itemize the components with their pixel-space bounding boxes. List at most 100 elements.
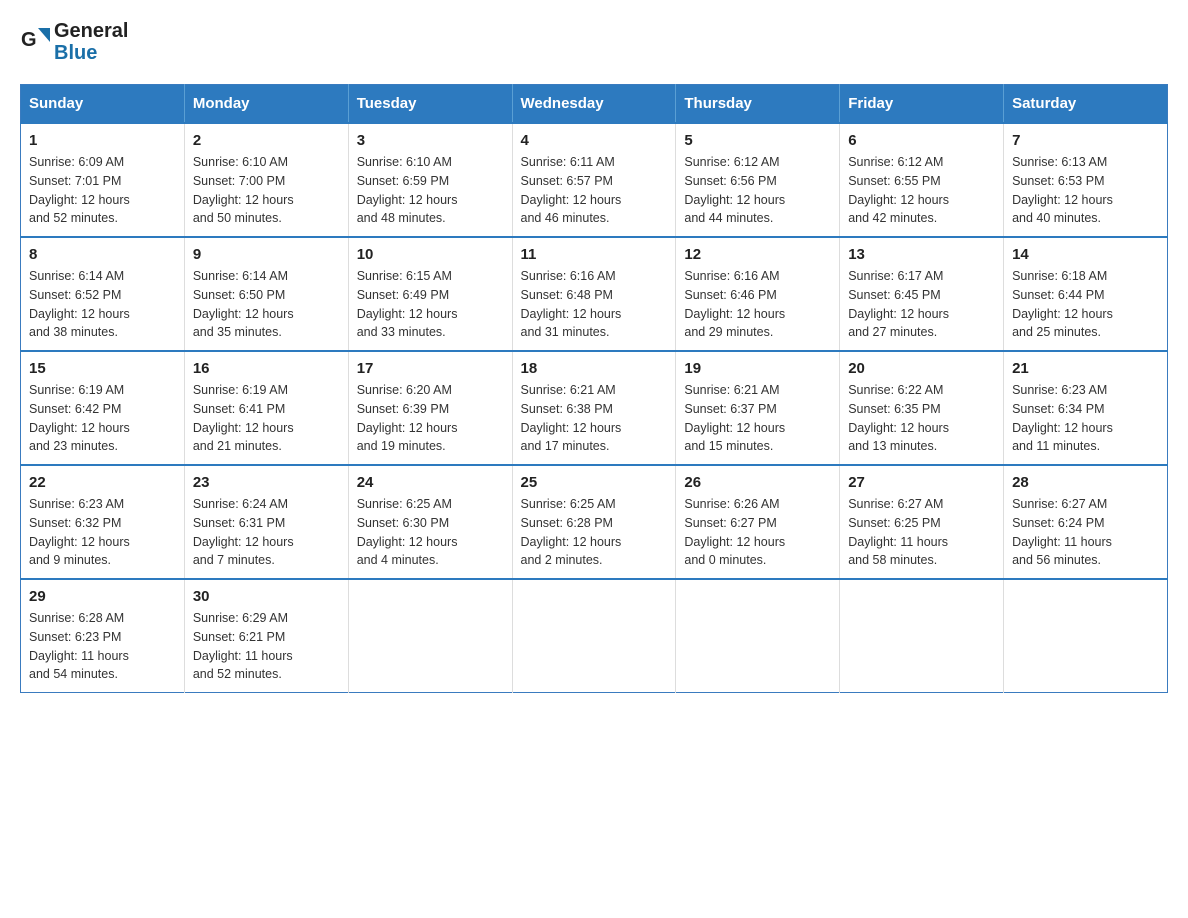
day-info: Sunrise: 6:19 AMSunset: 6:42 PMDaylight:… bbox=[29, 381, 176, 456]
calendar-week-row: 1 Sunrise: 6:09 AMSunset: 7:01 PMDayligh… bbox=[21, 123, 1168, 237]
day-info: Sunrise: 6:16 AMSunset: 6:46 PMDaylight:… bbox=[684, 267, 831, 342]
day-number: 27 bbox=[848, 474, 995, 491]
calendar-cell: 4 Sunrise: 6:11 AMSunset: 6:57 PMDayligh… bbox=[512, 123, 676, 237]
day-number: 19 bbox=[684, 360, 831, 377]
day-number: 11 bbox=[521, 246, 668, 263]
day-number: 2 bbox=[193, 132, 340, 149]
day-info: Sunrise: 6:13 AMSunset: 6:53 PMDaylight:… bbox=[1012, 153, 1159, 228]
day-info: Sunrise: 6:23 AMSunset: 6:34 PMDaylight:… bbox=[1012, 381, 1159, 456]
day-info: Sunrise: 6:14 AMSunset: 6:52 PMDaylight:… bbox=[29, 267, 176, 342]
day-info: Sunrise: 6:12 AMSunset: 6:56 PMDaylight:… bbox=[684, 153, 831, 228]
day-info: Sunrise: 6:19 AMSunset: 6:41 PMDaylight:… bbox=[193, 381, 340, 456]
calendar-week-row: 29 Sunrise: 6:28 AMSunset: 6:23 PMDaylig… bbox=[21, 579, 1168, 693]
day-number: 6 bbox=[848, 132, 995, 149]
logo-icon: G bbox=[20, 24, 52, 60]
calendar-cell: 3 Sunrise: 6:10 AMSunset: 6:59 PMDayligh… bbox=[348, 123, 512, 237]
calendar-header: SundayMondayTuesdayWednesdayThursdayFrid… bbox=[21, 85, 1168, 124]
calendar-cell: 24 Sunrise: 6:25 AMSunset: 6:30 PMDaylig… bbox=[348, 465, 512, 579]
day-number: 15 bbox=[29, 360, 176, 377]
calendar-cell bbox=[512, 579, 676, 693]
day-info: Sunrise: 6:27 AMSunset: 6:24 PMDaylight:… bbox=[1012, 495, 1159, 570]
day-info: Sunrise: 6:23 AMSunset: 6:32 PMDaylight:… bbox=[29, 495, 176, 570]
calendar-cell bbox=[676, 579, 840, 693]
day-info: Sunrise: 6:20 AMSunset: 6:39 PMDaylight:… bbox=[357, 381, 504, 456]
calendar-cell: 19 Sunrise: 6:21 AMSunset: 6:37 PMDaylig… bbox=[676, 351, 840, 465]
day-info: Sunrise: 6:10 AMSunset: 6:59 PMDaylight:… bbox=[357, 153, 504, 228]
day-info: Sunrise: 6:09 AMSunset: 7:01 PMDaylight:… bbox=[29, 153, 176, 228]
calendar-cell: 20 Sunrise: 6:22 AMSunset: 6:35 PMDaylig… bbox=[840, 351, 1004, 465]
calendar-body: 1 Sunrise: 6:09 AMSunset: 7:01 PMDayligh… bbox=[21, 123, 1168, 693]
calendar-cell bbox=[840, 579, 1004, 693]
calendar-week-row: 8 Sunrise: 6:14 AMSunset: 6:52 PMDayligh… bbox=[21, 237, 1168, 351]
calendar-cell: 10 Sunrise: 6:15 AMSunset: 6:49 PMDaylig… bbox=[348, 237, 512, 351]
day-number: 3 bbox=[357, 132, 504, 149]
day-number: 12 bbox=[684, 246, 831, 263]
calendar-cell: 13 Sunrise: 6:17 AMSunset: 6:45 PMDaylig… bbox=[840, 237, 1004, 351]
calendar-cell: 8 Sunrise: 6:14 AMSunset: 6:52 PMDayligh… bbox=[21, 237, 185, 351]
day-number: 14 bbox=[1012, 246, 1159, 263]
calendar-week-row: 22 Sunrise: 6:23 AMSunset: 6:32 PMDaylig… bbox=[21, 465, 1168, 579]
page-header: G General Blue bbox=[20, 20, 1168, 64]
header-day: Friday bbox=[840, 85, 1004, 124]
header-day: Monday bbox=[184, 85, 348, 124]
day-info: Sunrise: 6:14 AMSunset: 6:50 PMDaylight:… bbox=[193, 267, 340, 342]
calendar-cell: 30 Sunrise: 6:29 AMSunset: 6:21 PMDaylig… bbox=[184, 579, 348, 693]
header-day: Wednesday bbox=[512, 85, 676, 124]
day-number: 23 bbox=[193, 474, 340, 491]
day-number: 28 bbox=[1012, 474, 1159, 491]
logo-wordmark: G General Blue bbox=[20, 20, 128, 64]
day-number: 29 bbox=[29, 588, 176, 605]
calendar-cell: 26 Sunrise: 6:26 AMSunset: 6:27 PMDaylig… bbox=[676, 465, 840, 579]
day-number: 21 bbox=[1012, 360, 1159, 377]
day-number: 1 bbox=[29, 132, 176, 149]
svg-text:G: G bbox=[21, 29, 37, 51]
calendar-cell: 2 Sunrise: 6:10 AMSunset: 7:00 PMDayligh… bbox=[184, 123, 348, 237]
calendar-cell: 1 Sunrise: 6:09 AMSunset: 7:01 PMDayligh… bbox=[21, 123, 185, 237]
day-number: 16 bbox=[193, 360, 340, 377]
logo: G General Blue bbox=[20, 20, 128, 64]
header-day: Sunday bbox=[21, 85, 185, 124]
calendar-cell: 25 Sunrise: 6:25 AMSunset: 6:28 PMDaylig… bbox=[512, 465, 676, 579]
day-number: 26 bbox=[684, 474, 831, 491]
calendar-cell: 27 Sunrise: 6:27 AMSunset: 6:25 PMDaylig… bbox=[840, 465, 1004, 579]
day-info: Sunrise: 6:10 AMSunset: 7:00 PMDaylight:… bbox=[193, 153, 340, 228]
day-number: 24 bbox=[357, 474, 504, 491]
day-number: 18 bbox=[521, 360, 668, 377]
calendar-week-row: 15 Sunrise: 6:19 AMSunset: 6:42 PMDaylig… bbox=[21, 351, 1168, 465]
day-info: Sunrise: 6:21 AMSunset: 6:37 PMDaylight:… bbox=[684, 381, 831, 456]
header-day: Saturday bbox=[1004, 85, 1168, 124]
day-number: 9 bbox=[193, 246, 340, 263]
day-info: Sunrise: 6:18 AMSunset: 6:44 PMDaylight:… bbox=[1012, 267, 1159, 342]
calendar-cell: 18 Sunrise: 6:21 AMSunset: 6:38 PMDaylig… bbox=[512, 351, 676, 465]
day-number: 8 bbox=[29, 246, 176, 263]
day-info: Sunrise: 6:29 AMSunset: 6:21 PMDaylight:… bbox=[193, 609, 340, 684]
day-number: 25 bbox=[521, 474, 668, 491]
header-day: Thursday bbox=[676, 85, 840, 124]
calendar-cell: 11 Sunrise: 6:16 AMSunset: 6:48 PMDaylig… bbox=[512, 237, 676, 351]
day-info: Sunrise: 6:26 AMSunset: 6:27 PMDaylight:… bbox=[684, 495, 831, 570]
calendar-cell: 5 Sunrise: 6:12 AMSunset: 6:56 PMDayligh… bbox=[676, 123, 840, 237]
calendar-cell: 6 Sunrise: 6:12 AMSunset: 6:55 PMDayligh… bbox=[840, 123, 1004, 237]
calendar-table: SundayMondayTuesdayWednesdayThursdayFrid… bbox=[20, 84, 1168, 693]
logo-general-text: General bbox=[54, 20, 128, 42]
calendar-cell bbox=[1004, 579, 1168, 693]
calendar-cell bbox=[348, 579, 512, 693]
day-number: 30 bbox=[193, 588, 340, 605]
day-info: Sunrise: 6:16 AMSunset: 6:48 PMDaylight:… bbox=[521, 267, 668, 342]
day-info: Sunrise: 6:15 AMSunset: 6:49 PMDaylight:… bbox=[357, 267, 504, 342]
day-info: Sunrise: 6:28 AMSunset: 6:23 PMDaylight:… bbox=[29, 609, 176, 684]
day-info: Sunrise: 6:27 AMSunset: 6:25 PMDaylight:… bbox=[848, 495, 995, 570]
header-day: Tuesday bbox=[348, 85, 512, 124]
day-info: Sunrise: 6:24 AMSunset: 6:31 PMDaylight:… bbox=[193, 495, 340, 570]
day-info: Sunrise: 6:22 AMSunset: 6:35 PMDaylight:… bbox=[848, 381, 995, 456]
calendar-cell: 17 Sunrise: 6:20 AMSunset: 6:39 PMDaylig… bbox=[348, 351, 512, 465]
calendar-cell: 16 Sunrise: 6:19 AMSunset: 6:41 PMDaylig… bbox=[184, 351, 348, 465]
day-number: 22 bbox=[29, 474, 176, 491]
calendar-cell: 9 Sunrise: 6:14 AMSunset: 6:50 PMDayligh… bbox=[184, 237, 348, 351]
header-row: SundayMondayTuesdayWednesdayThursdayFrid… bbox=[21, 85, 1168, 124]
calendar-cell: 28 Sunrise: 6:27 AMSunset: 6:24 PMDaylig… bbox=[1004, 465, 1168, 579]
calendar-cell: 7 Sunrise: 6:13 AMSunset: 6:53 PMDayligh… bbox=[1004, 123, 1168, 237]
day-info: Sunrise: 6:21 AMSunset: 6:38 PMDaylight:… bbox=[521, 381, 668, 456]
day-number: 13 bbox=[848, 246, 995, 263]
day-info: Sunrise: 6:12 AMSunset: 6:55 PMDaylight:… bbox=[848, 153, 995, 228]
